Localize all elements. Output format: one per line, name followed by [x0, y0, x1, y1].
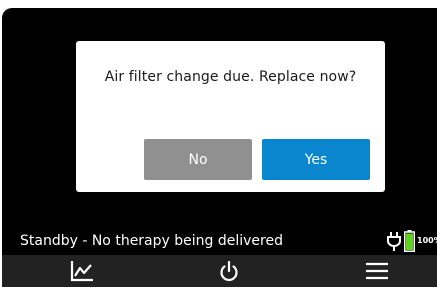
yes-button[interactable]: Yes: [262, 139, 370, 180]
bottom-nav-bar: [2, 255, 437, 287]
trend-chart-icon[interactable]: [69, 259, 95, 283]
power-plug-icon: [387, 232, 401, 251]
battery-percent: 100%: [417, 236, 437, 245]
dialog-message: Air filter change due. Replace now?: [104, 69, 357, 85]
battery-icon: [404, 230, 415, 252]
power-icon[interactable]: [216, 259, 242, 283]
device-screen: Air filter change due. Replace now? No Y…: [0, 0, 437, 287]
status-text: Standby - No therapy being delivered: [20, 233, 283, 249]
battery-fill: [406, 233, 413, 250]
display-area: Air filter change due. Replace now? No Y…: [2, 8, 437, 287]
filter-change-dialog: Air filter change due. Replace now? No Y…: [76, 41, 385, 192]
no-button[interactable]: No: [144, 139, 252, 180]
menu-icon[interactable]: [364, 259, 390, 283]
status-bar: Standby - No therapy being delivered 100…: [2, 228, 437, 254]
